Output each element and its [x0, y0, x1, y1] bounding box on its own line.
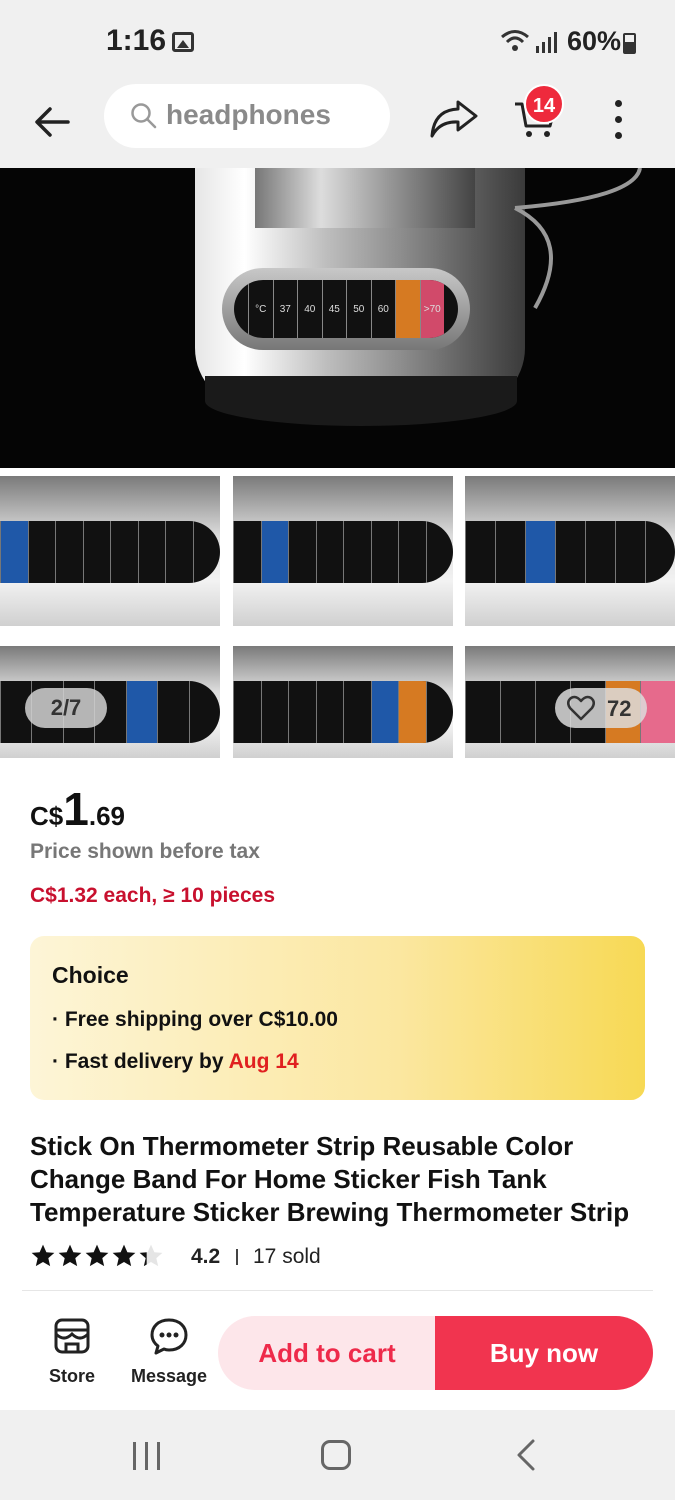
thermometer-strip: °C 37 40 45 50 60 >70	[234, 280, 458, 338]
wifi-icon	[501, 30, 529, 51]
star-icon	[85, 1244, 109, 1267]
store-icon	[54, 1318, 90, 1354]
product-title: Stick On Thermometer Strip Reusable Colo…	[30, 1131, 630, 1227]
rating-value: 4.2	[191, 1245, 221, 1268]
search-bar[interactable]: headphones	[104, 84, 390, 148]
thumbnail-2[interactable]	[233, 476, 453, 626]
status-time: 1:16	[106, 24, 167, 57]
bulk-offer[interactable]: C$1.32 each, ≥ 10 pieces	[30, 884, 275, 908]
message-button[interactable]: Message	[126, 1316, 212, 1392]
image-counter: 2/7	[25, 688, 107, 728]
system-navigation-bar	[0, 1410, 675, 1500]
star-icon	[112, 1244, 136, 1267]
chat-bubble-icon	[150, 1318, 188, 1355]
price-whole: 1	[63, 783, 89, 835]
star-rating[interactable]	[30, 1243, 165, 1269]
battery-percent: 60%	[567, 26, 622, 56]
star-icon	[58, 1244, 82, 1267]
back-arrow-icon[interactable]	[28, 98, 76, 146]
star-icon	[31, 1244, 55, 1267]
free-shipping-line: · Free shipping over C$10.00	[52, 1008, 338, 1031]
partial-star-icon	[139, 1244, 163, 1267]
store-button[interactable]: Store	[38, 1316, 106, 1392]
sold-count: 17 sold	[253, 1245, 321, 1268]
price: C$1.69	[30, 782, 125, 836]
more-options-icon[interactable]	[604, 96, 634, 142]
top-navigation: headphones 14	[0, 84, 675, 168]
home-icon[interactable]	[321, 1440, 351, 1470]
tax-note: Price shown before tax	[30, 840, 260, 863]
thumbnail-5[interactable]	[233, 646, 453, 758]
share-icon[interactable]	[428, 96, 480, 140]
price-currency: C$	[30, 801, 64, 831]
thumbnail-3[interactable]	[465, 476, 675, 626]
divider	[22, 1290, 653, 1291]
buy-now-button[interactable]: Buy now	[435, 1316, 653, 1390]
gallery-notification-icon	[172, 32, 194, 52]
choice-card[interactable]: Choice · Free shipping over C$10.00 · Fa…	[30, 936, 645, 1100]
delivery-line: · Fast delivery by Aug 14	[52, 1050, 299, 1073]
store-label: Store	[48, 1366, 95, 1386]
choice-title: Choice	[52, 962, 129, 988]
signal-icon	[536, 32, 557, 53]
system-back-icon[interactable]	[514, 1438, 538, 1472]
search-query: headphones	[166, 99, 331, 130]
product-main-image[interactable]: °C 37 40 45 50 60 >70	[0, 168, 675, 468]
pitcher-handle	[514, 168, 642, 309]
message-label: Message	[130, 1366, 208, 1386]
cart-badge: 14	[524, 84, 564, 124]
delivery-date: Aug 14	[228, 1050, 299, 1073]
add-to-cart-button[interactable]: Add to cart	[218, 1316, 436, 1390]
status-bar: 1:16 60%	[0, 0, 675, 86]
favorite-button[interactable]: 72	[555, 688, 647, 728]
battery-icon	[623, 33, 636, 54]
heart-icon	[567, 695, 595, 721]
price-cents: .69	[88, 801, 125, 831]
recent-apps-icon[interactable]	[133, 1442, 163, 1470]
thumbnail-1[interactable]	[0, 476, 220, 626]
favorite-count: 72	[607, 696, 632, 721]
search-icon	[131, 103, 157, 129]
